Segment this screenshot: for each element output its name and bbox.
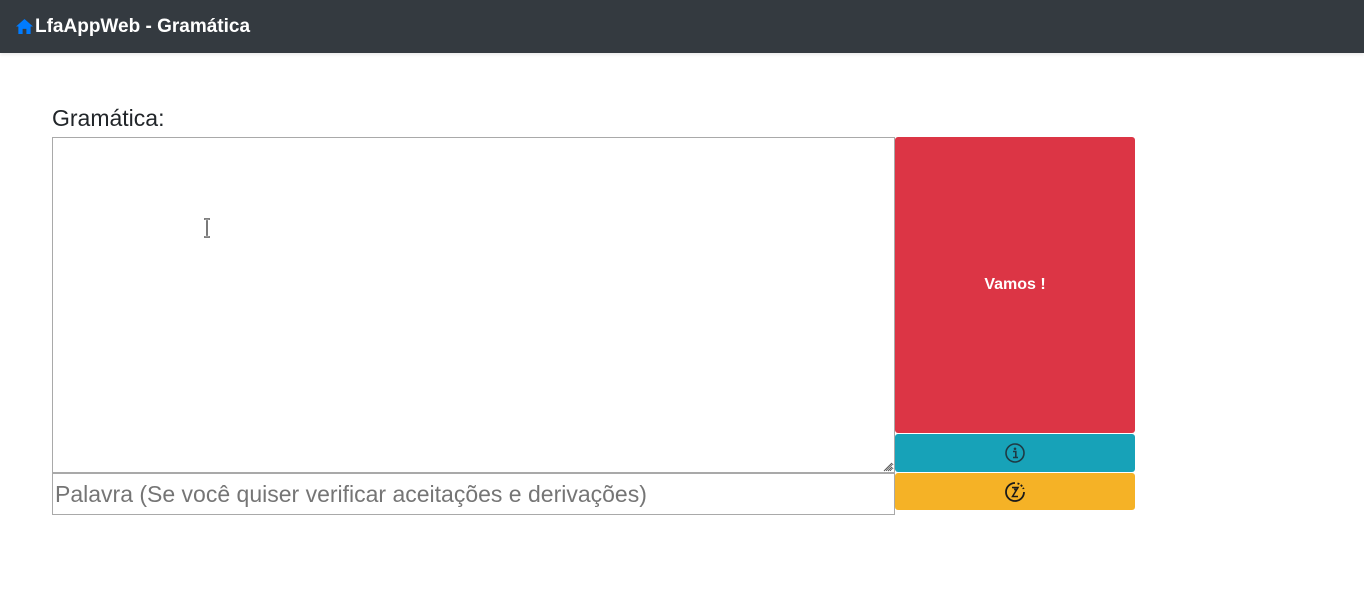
word-input[interactable]: [52, 473, 895, 515]
info-button[interactable]: [895, 434, 1135, 472]
brand-link[interactable]: LfaAppWeb - Gramática: [15, 16, 250, 38]
steps-timer-icon: [1005, 481, 1025, 502]
submit-button[interactable]: Vamos !: [895, 137, 1135, 433]
grammar-label: Gramática:: [52, 105, 165, 131]
info-icon: [1005, 443, 1025, 463]
resize-grip-icon[interactable]: [881, 460, 893, 472]
navbar: LfaAppWeb - Gramática: [0, 0, 1364, 53]
home-icon: [16, 18, 33, 35]
grammar-textarea[interactable]: [52, 137, 895, 473]
text-cursor-icon: [204, 218, 210, 238]
brand-title: LfaAppWeb - Gramática: [35, 15, 251, 37]
steps-button[interactable]: [895, 473, 1135, 510]
